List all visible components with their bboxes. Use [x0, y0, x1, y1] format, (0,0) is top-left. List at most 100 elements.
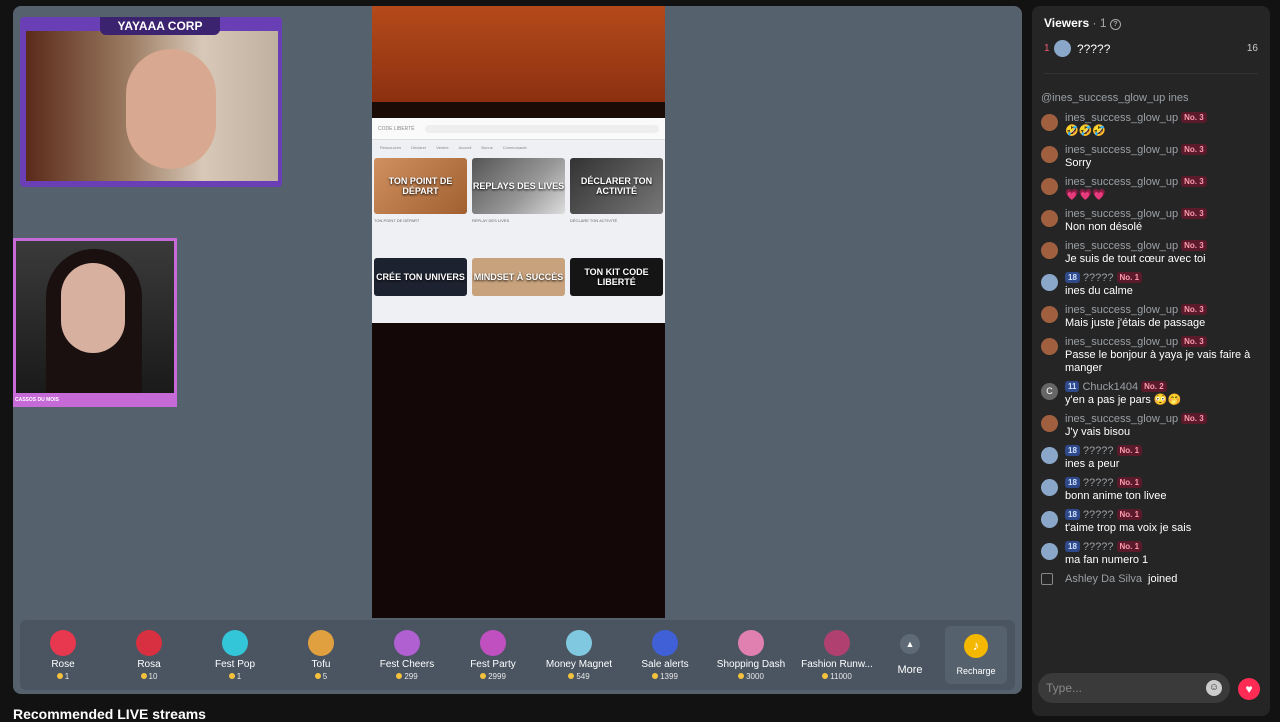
help-icon[interactable]: ?: [1109, 19, 1121, 30]
avatar[interactable]: [1041, 306, 1058, 323]
avatar[interactable]: [1041, 543, 1058, 560]
site-tile: TON POINT DE DÉPART: [374, 158, 467, 214]
emoji-icon[interactable]: ☺: [1206, 680, 1222, 696]
avatar[interactable]: C: [1041, 383, 1058, 400]
gift-sale-alerts[interactable]: Sale alerts 1399: [622, 629, 708, 681]
chat-text: Mais juste j'étais de passage: [1065, 317, 1206, 329]
chat-username[interactable]: Chuck1404: [1082, 381, 1138, 393]
guest-camera: CASSOS DU MOIS: [13, 238, 177, 407]
avatar: [1054, 40, 1071, 57]
gift-icon: [136, 629, 162, 656]
level-badge: 18: [1065, 272, 1080, 283]
avatar[interactable]: [1041, 274, 1058, 291]
chat-input[interactable]: Type... ☺: [1038, 673, 1230, 703]
divider: [1044, 73, 1258, 74]
chat-message: 18????? No. 1 ines a peur: [1032, 445, 1270, 471]
avatar[interactable]: [1041, 511, 1058, 528]
rank-badge: No. 1: [1116, 272, 1143, 283]
gift-money-magnet[interactable]: Money Magnet 549: [536, 629, 622, 681]
chat-username[interactable]: ines_success_glow_up: [1065, 413, 1178, 425]
site-tile: MINDSET À SUCCÈS: [472, 258, 565, 296]
gift-icon: [308, 629, 334, 656]
gift-icon: [652, 629, 678, 656]
chat-text: ines a peur: [1065, 458, 1120, 470]
chat-mention: @ines_success_glow_up ines: [1041, 92, 1189, 104]
chat-username[interactable]: ines_success_glow_up: [1065, 144, 1178, 156]
rank-badge: No. 3: [1181, 208, 1207, 219]
avatar[interactable]: [1041, 242, 1058, 259]
chat-username[interactable]: ?????: [1083, 272, 1114, 284]
background-wall: [372, 6, 665, 106]
avatar[interactable]: [1041, 479, 1058, 496]
phone-screen-share: CODE LIBERTÉ Ressources Déclarer Ventes Acc…: [372, 6, 665, 618]
chat-message: ines_success_glow_up No. 3 Passe le bonjou…: [1032, 336, 1270, 375]
chat-text: Sorry: [1065, 157, 1092, 169]
avatar[interactable]: [1041, 178, 1058, 195]
avatar[interactable]: [1041, 114, 1058, 131]
rank-badge: No. 3: [1181, 144, 1207, 155]
rank-badge: No. 1: [1116, 509, 1143, 520]
gift-rose[interactable]: Rose 1: [20, 629, 106, 681]
coin-icon: ♪: [964, 634, 988, 658]
level-badge: 18: [1065, 541, 1080, 552]
chat-message: ines_success_glow_up No. 3 🤣🤣🤣: [1032, 112, 1270, 138]
recharge-button[interactable]: ♪ Recharge: [945, 626, 1007, 684]
guest-label: CASSOS DU MOIS: [15, 397, 59, 403]
chat-username[interactable]: ?????: [1083, 477, 1114, 489]
site-tile: TON KIT CODE LIBERTÉ: [570, 258, 663, 296]
chat-username[interactable]: ines_success_glow_up: [1065, 240, 1178, 252]
streamer-name: YAYAAA CORP: [100, 17, 220, 35]
gift-shopping-dash[interactable]: Shopping Dash 3000: [708, 629, 794, 681]
avatar[interactable]: [1041, 210, 1058, 227]
chat-message: ines_success_glow_up No. 3 Mais juste j'ét…: [1032, 304, 1270, 330]
chat-username[interactable]: ines_success_glow_up: [1065, 336, 1178, 348]
chat-text: Je suis de tout cœur avec toi: [1065, 253, 1206, 265]
gift-icon: [738, 629, 764, 656]
chevron-up-icon: ▲: [900, 634, 920, 654]
gift-rosa[interactable]: Rosa 10: [106, 629, 192, 681]
chat-username[interactable]: ?????: [1083, 445, 1114, 457]
gift-fest-pop[interactable]: Fest Pop 1: [192, 629, 278, 681]
chat-text: bonn anime ton livee: [1065, 490, 1167, 502]
chat-username[interactable]: ines_success_glow_up: [1065, 208, 1178, 220]
chat-message: ines_success_glow_up No. 3 Sorry: [1032, 144, 1270, 170]
gift-icon: [480, 629, 506, 656]
gift-tofu[interactable]: Tofu 5: [278, 629, 364, 681]
top-viewer-row[interactable]: 1 ????? 16: [1032, 30, 1270, 57]
heart-like-button[interactable]: ♥: [1238, 678, 1260, 700]
gift-icon: [222, 629, 248, 656]
chat-username[interactable]: ines_success_glow_up: [1065, 112, 1178, 124]
chat-message: 18????? No. 1 ines du calme: [1032, 272, 1270, 298]
chat-message: ines_success_glow_up No. 3 Non non désolé: [1032, 208, 1270, 234]
chat-username[interactable]: ines_success_glow_up: [1065, 176, 1178, 188]
chat-text: J'y vais bisou: [1065, 426, 1131, 438]
gift-fest-party[interactable]: Fest Party 2999: [450, 629, 536, 681]
rank-badge: No. 1: [1116, 541, 1143, 552]
chat-text: t'aime trop ma voix je sais: [1065, 522, 1192, 534]
gift-icon: [394, 629, 420, 656]
chat-message: ines_success_glow_up No. 3 J'y vais bisou: [1032, 413, 1270, 439]
chat-message: 18????? No. 1 bonn anime ton livee: [1032, 477, 1270, 503]
gift-icon: [824, 629, 850, 656]
avatar[interactable]: [1041, 338, 1058, 355]
gift-fashion-runway[interactable]: Fashion Runw... 11000: [794, 629, 880, 681]
level-badge: 18: [1065, 477, 1080, 488]
avatar[interactable]: [1041, 447, 1058, 464]
chat-username[interactable]: ?????: [1083, 509, 1114, 521]
gift-icon: [50, 629, 76, 656]
viewers-header: Viewers · 1 ?: [1032, 6, 1270, 30]
chat-username[interactable]: ines_success_glow_up: [1065, 304, 1178, 316]
gift-bar: Rose 1 Rosa 10 Fest Pop 1 Tofu 5 Fest Cheers…: [20, 620, 1015, 690]
chat-message: 18????? No. 1 ma fan numero 1: [1032, 541, 1270, 567]
avatar[interactable]: [1041, 415, 1058, 432]
avatar[interactable]: [1041, 146, 1058, 163]
level-badge: 11: [1065, 381, 1080, 392]
chat-message: 18????? No. 1 t'aime trop ma voix je sais: [1032, 509, 1270, 535]
chat-username[interactable]: ?????: [1083, 541, 1114, 553]
gift-fest-cheers[interactable]: Fest Cheers 299: [364, 629, 450, 681]
join-icon: [1041, 573, 1053, 585]
site-tile: DÉCLARER TON ACTIVITÉ: [570, 158, 663, 214]
chat-messages: @ines_success_glow_up ines ines_success_…: [1032, 92, 1270, 585]
more-gifts-button[interactable]: ▲ More: [880, 634, 940, 676]
join-notice: Ashley Da Silva joined: [1032, 573, 1270, 585]
